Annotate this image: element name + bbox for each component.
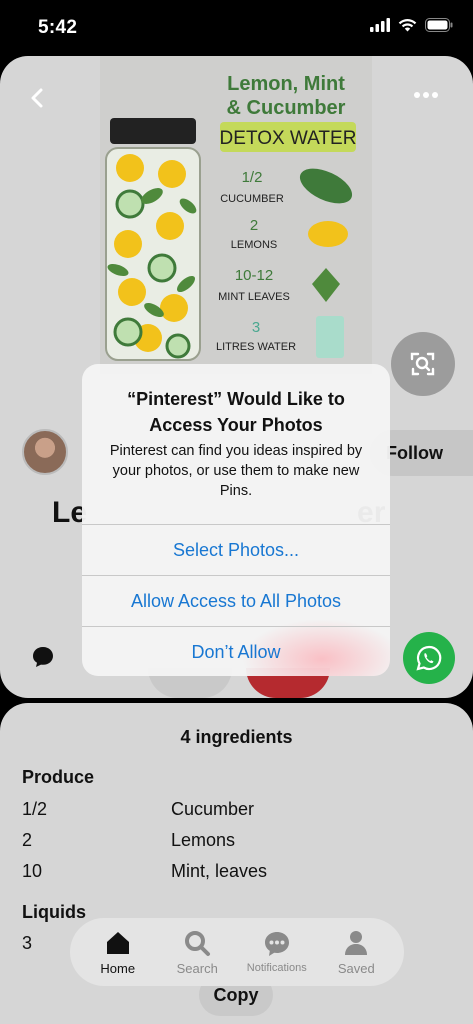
search-icon [185,930,211,956]
battery-icon [425,18,453,32]
infographic-item-2-name: LEMONS [231,239,277,251]
infographic-title-1: Lemon, Mint [227,73,345,95]
photo-permission-alert: “Pinterest” Would Like to Access Your Ph… [82,364,390,676]
infographic-title-3: DETOX WATER [220,128,357,149]
alert-title: “Pinterest” Would Like to Access Your Ph… [127,389,345,435]
more-options-icon[interactable] [413,90,439,100]
infographic-item-2-qty: 2 [250,217,258,234]
ingredient-name: Lemons [171,830,236,850]
ingredient-qty: 10 [22,861,43,881]
ingredients-count: 4 ingredients [180,727,293,747]
visual-search-button[interactable] [391,332,455,396]
infographic-title-2: & Cucumber [227,97,346,119]
infographic-item-3-qty: 10-12 [235,267,273,284]
creator-avatar[interactable] [22,429,68,475]
tab-label: Search [176,960,218,976]
infographic-item-1-qty: 1/2 [242,169,263,186]
tab-home[interactable]: Home [79,929,157,976]
visual-search-icon [410,352,435,376]
pin-image[interactable]: Lemon, Mint & Cucumber DETOX WATER 1/2 C… [100,56,372,374]
tab-label: Saved [337,960,375,976]
wifi-icon [398,19,417,32]
saved-icon [345,930,368,955]
section-label-produce: Produce [22,767,95,787]
allow-all-photos-button[interactable]: Allow Access to All Photos [82,575,390,626]
ingredient-qty: 2 [22,830,33,850]
status-bar: 5:42 [0,0,473,56]
dont-allow-button[interactable]: Don’t Allow [82,626,390,676]
notifications-icon [264,932,289,956]
whatsapp-share-button[interactable] [403,632,455,684]
infographic-item-4-name: LITRES WATER [216,341,296,353]
whatsapp-icon [416,645,442,671]
select-photos-button[interactable]: Select Photos... [82,524,390,575]
back-chevron-icon[interactable] [26,86,50,110]
tab-notifications[interactable]: Notifications [238,930,316,974]
status-icons [370,18,453,32]
home-icon [106,931,129,954]
section-label-liquids: Liquids [22,902,86,922]
ingredient-name: Mint, leaves [171,861,268,881]
comment-icon[interactable] [30,644,56,670]
alert-message: Pinterest can find you ideas inspired by… [109,443,363,499]
ingredient-name: Cucumber [171,799,255,819]
tab-label: Home [100,960,136,976]
cellular-signal-icon [370,18,390,32]
bottom-tab-bar: Home Search Notifications Saved [70,918,404,986]
infographic-item-4-qty: 3 [252,319,260,336]
ingredient-qty: 1/2 [22,799,48,819]
status-time: 5:42 [38,17,78,38]
infographic-item-3-name: MINT LEAVES [218,291,290,303]
ingredient-qty: 3 [22,933,33,953]
tab-label: Notifications [246,962,307,974]
tab-saved[interactable]: Saved [317,929,395,976]
tab-search[interactable]: Search [158,929,236,976]
infographic-item-1-name: CUCUMBER [220,193,284,205]
detox-water-infographic: Lemon, Mint & Cucumber DETOX WATER 1/2 C… [105,73,357,361]
